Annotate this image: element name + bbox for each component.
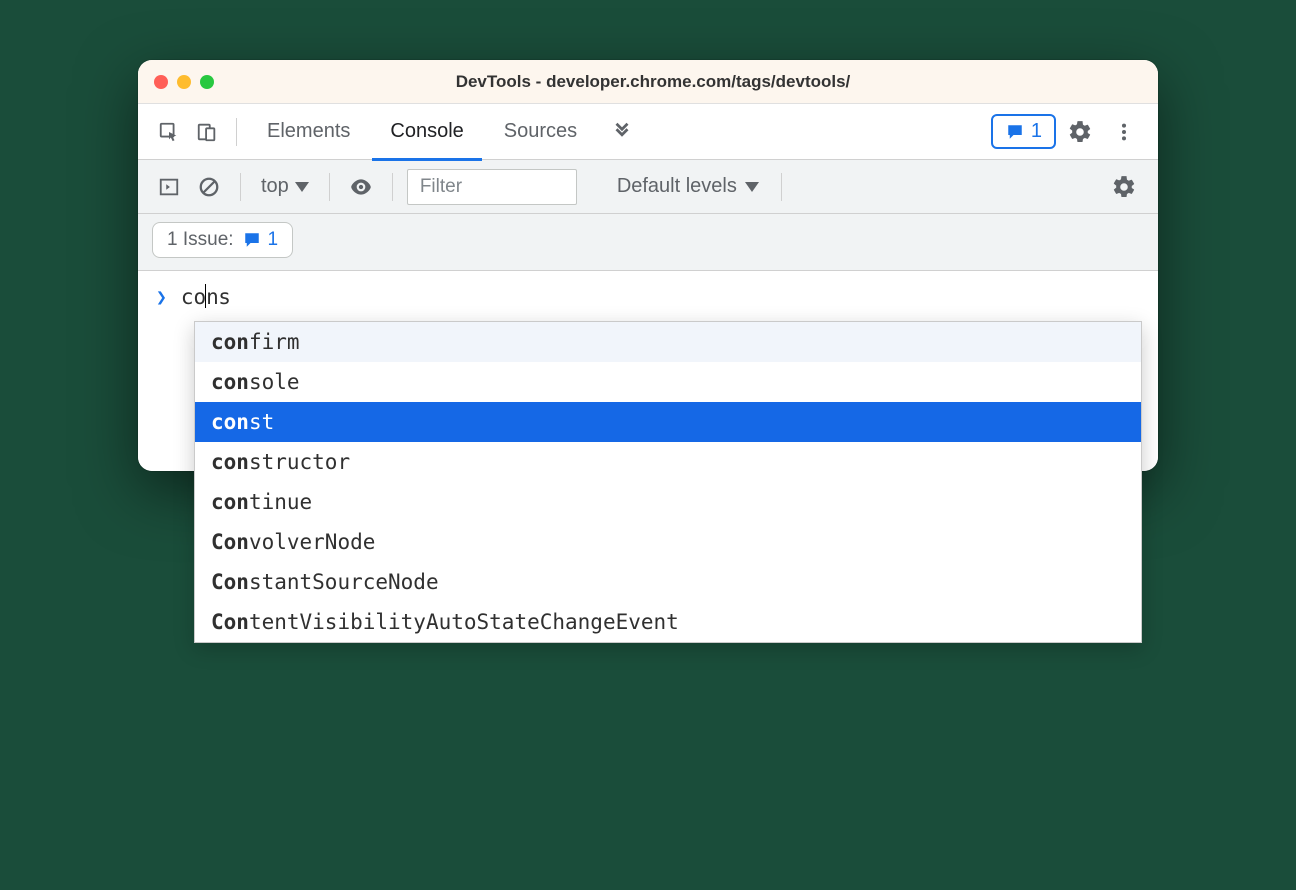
clear-console-icon[interactable] (192, 170, 226, 204)
divider (329, 173, 330, 201)
prompt-chevron-icon: ❯ (156, 287, 167, 308)
settings-icon[interactable] (1060, 112, 1100, 152)
autocomplete-item[interactable]: confirm (195, 322, 1141, 362)
tab-console[interactable]: Console (372, 104, 481, 160)
chat-icon (1005, 123, 1025, 141)
tab-label: Elements (267, 120, 350, 143)
autocomplete-dropdown: confirmconsoleconstconstructorcontinueCo… (194, 321, 1142, 643)
chevron-down-icon (745, 182, 759, 192)
tab-sources[interactable]: Sources (486, 104, 595, 160)
execution-context-selector[interactable]: top (255, 175, 315, 198)
issues-count: 1 (1031, 120, 1042, 143)
live-expression-icon[interactable] (344, 170, 378, 204)
tab-elements[interactable]: Elements (249, 104, 368, 160)
text-cursor (205, 284, 207, 308)
autocomplete-item[interactable]: ConstantSourceNode (195, 562, 1141, 602)
devtools-window: DevTools - developer.chrome.com/tags/dev… (138, 60, 1158, 471)
log-levels-selector[interactable]: Default levels (609, 175, 767, 198)
divider (781, 173, 782, 201)
autocomplete-item[interactable]: constructor (195, 442, 1141, 482)
autocomplete-item[interactable]: ConvolverNode (195, 522, 1141, 562)
autocomplete-item[interactable]: ContentVisibilityAutoStateChangeEvent (195, 602, 1141, 642)
chat-icon (242, 231, 262, 249)
console-prompt[interactable]: ❯ cons (138, 271, 1158, 318)
tab-label: Sources (504, 120, 577, 143)
titlebar: DevTools - developer.chrome.com/tags/dev… (138, 60, 1158, 104)
filter-input[interactable] (407, 169, 577, 205)
console-area: ❯ cons confirmconsoleconstconstructorcon… (138, 271, 1158, 471)
context-label: top (261, 175, 289, 198)
divider (240, 173, 241, 201)
main-tabs-row: Elements Console Sources 1 (138, 104, 1158, 160)
device-toolbar-icon[interactable] (190, 115, 224, 149)
issues-count: 1 (268, 229, 279, 251)
issues-row: 1 Issue: 1 (138, 214, 1158, 271)
window-title: DevTools - developer.chrome.com/tags/dev… (164, 72, 1142, 92)
autocomplete-item[interactable]: continue (195, 482, 1141, 522)
chevron-down-icon (295, 182, 309, 192)
issues-pill[interactable]: 1 Issue: 1 (152, 222, 293, 258)
console-settings-icon[interactable] (1104, 167, 1144, 207)
console-sidebar-toggle-icon[interactable] (152, 170, 186, 204)
tab-label: Console (390, 120, 463, 143)
levels-label: Default levels (617, 175, 737, 198)
autocomplete-item[interactable]: const (195, 402, 1141, 442)
tabs-overflow-icon[interactable] (599, 121, 645, 143)
console-toolbar: top Default levels (138, 160, 1158, 214)
divider (392, 173, 393, 201)
kebab-menu-icon[interactable] (1104, 112, 1144, 152)
console-input-text[interactable]: cons (181, 285, 231, 310)
autocomplete-item[interactable]: console (195, 362, 1141, 402)
divider (236, 118, 237, 146)
issues-badge[interactable]: 1 (991, 114, 1056, 149)
inspect-element-icon[interactable] (152, 115, 186, 149)
issues-label: 1 Issue: (167, 229, 234, 251)
